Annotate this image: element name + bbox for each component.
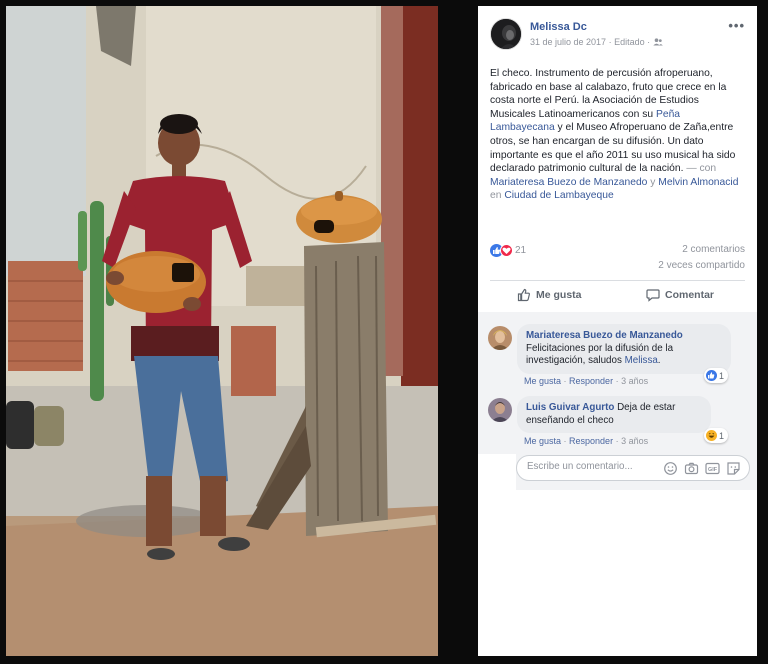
comment-bubble-icon <box>646 289 660 302</box>
composer-avatar-slot <box>478 454 516 490</box>
comment-like-link[interactable]: Me gusta <box>524 376 561 386</box>
more-options-icon[interactable]: ••• <box>728 18 745 33</box>
comment-label: Comentar <box>665 289 715 301</box>
post-actions: Me gusta Comentar <box>490 284 745 310</box>
reaction-count: 1 <box>719 430 725 441</box>
comment-input[interactable] <box>527 461 657 472</box>
emoji-icon[interactable] <box>663 461 678 476</box>
comment-time[interactable]: 3 años <box>621 436 648 446</box>
commenter-name[interactable]: Luis Guivar Agurto <box>526 402 614 413</box>
comment-time[interactable]: 3 años <box>621 376 648 386</box>
like-button[interactable]: Me gusta <box>517 288 582 302</box>
post-photo[interactable] <box>6 6 438 656</box>
comment-reaction-badge[interactable]: 1 <box>704 428 729 443</box>
avatar-image <box>491 19 521 49</box>
comment-bubble: Luis Guivar Agurto Deja de estar enseñan… <box>517 396 711 433</box>
photo-illustration <box>6 6 438 656</box>
comment-button[interactable]: Comentar <box>646 288 714 302</box>
love-reaction-icon <box>500 244 513 258</box>
commenter-avatar[interactable] <box>488 398 512 422</box>
gif-icon[interactable]: GIF <box>705 461 720 476</box>
post-date[interactable]: 31 de julio de 2017 <box>530 37 606 47</box>
post-text: El checo. Instrumento de percusión afrop… <box>490 67 747 203</box>
post-text-part: El checo. Instrumento de percusión afrop… <box>490 68 727 120</box>
haha-reaction-icon <box>706 430 717 441</box>
friends-audience-icon[interactable] <box>652 38 663 46</box>
comment-reaction-badge[interactable]: 1 <box>704 368 729 383</box>
tagged-user-link[interactable]: Melvin Almonacid <box>658 177 738 188</box>
comment-meta: Me gusta · Responder · 3 años <box>524 376 648 386</box>
comment-bubble: Mariateresa Buezo de Manzanedo Felicitac… <box>517 324 731 374</box>
place-link[interactable]: Ciudad de Lambayeque <box>504 190 613 201</box>
edited-label[interactable]: Editado <box>614 37 645 47</box>
thumbs-up-icon <box>517 288 530 302</box>
svg-text:GIF: GIF <box>708 467 718 473</box>
comment-reply-link[interactable]: Responder <box>569 376 613 386</box>
reaction-count: 21 <box>515 245 527 257</box>
with-label: — con <box>683 163 717 175</box>
post-panel: Melissa Dc 31 de julio de 2017 · Editado… <box>478 6 757 656</box>
meta-separator: · <box>561 376 570 386</box>
camera-icon[interactable] <box>684 461 699 476</box>
like-reaction-icon <box>706 370 717 381</box>
comment-composer: GIF <box>516 455 750 481</box>
like-label: Me gusta <box>536 289 582 301</box>
avatar-image <box>488 398 512 422</box>
sticker-icon[interactable] <box>726 461 741 476</box>
meta-separator: · <box>561 436 570 446</box>
avatar-image <box>488 326 512 350</box>
photo-theater: Melissa Dc 31 de julio de 2017 · Editado… <box>0 0 768 664</box>
mention-link[interactable]: Melissa <box>625 355 658 366</box>
author-name[interactable]: Melissa Dc <box>530 21 587 33</box>
commenter-avatar[interactable] <box>488 326 512 350</box>
meta-separator: · <box>613 436 622 446</box>
comment-like-link[interactable]: Me gusta <box>524 436 561 446</box>
meta-separator: · <box>613 376 622 386</box>
comment-reply-link[interactable]: Responder <box>569 436 613 446</box>
and-label: y <box>647 176 659 188</box>
post-meta: 31 de julio de 2017 · Editado · <box>530 37 663 47</box>
comments-count[interactable]: 2 comentarios <box>682 244 745 255</box>
reaction-count: 1 <box>719 370 725 381</box>
tagged-user-link[interactable]: Mariateresa Buezo de Manzanedo <box>490 177 647 188</box>
comment-text-end: . <box>657 355 661 366</box>
post-header: Melissa Dc 31 de julio de 2017 · Editado… <box>490 18 747 54</box>
commenter-name[interactable]: Mariateresa Buezo de Manzanedo <box>526 330 722 343</box>
shares-count[interactable]: 2 veces compartido <box>658 260 745 271</box>
comment-meta: Me gusta · Responder · 3 años <box>524 436 648 446</box>
reactions-summary[interactable]: 21 <box>490 242 527 258</box>
divider <box>490 280 745 281</box>
in-label: en <box>490 190 505 202</box>
author-avatar[interactable] <box>490 18 522 50</box>
